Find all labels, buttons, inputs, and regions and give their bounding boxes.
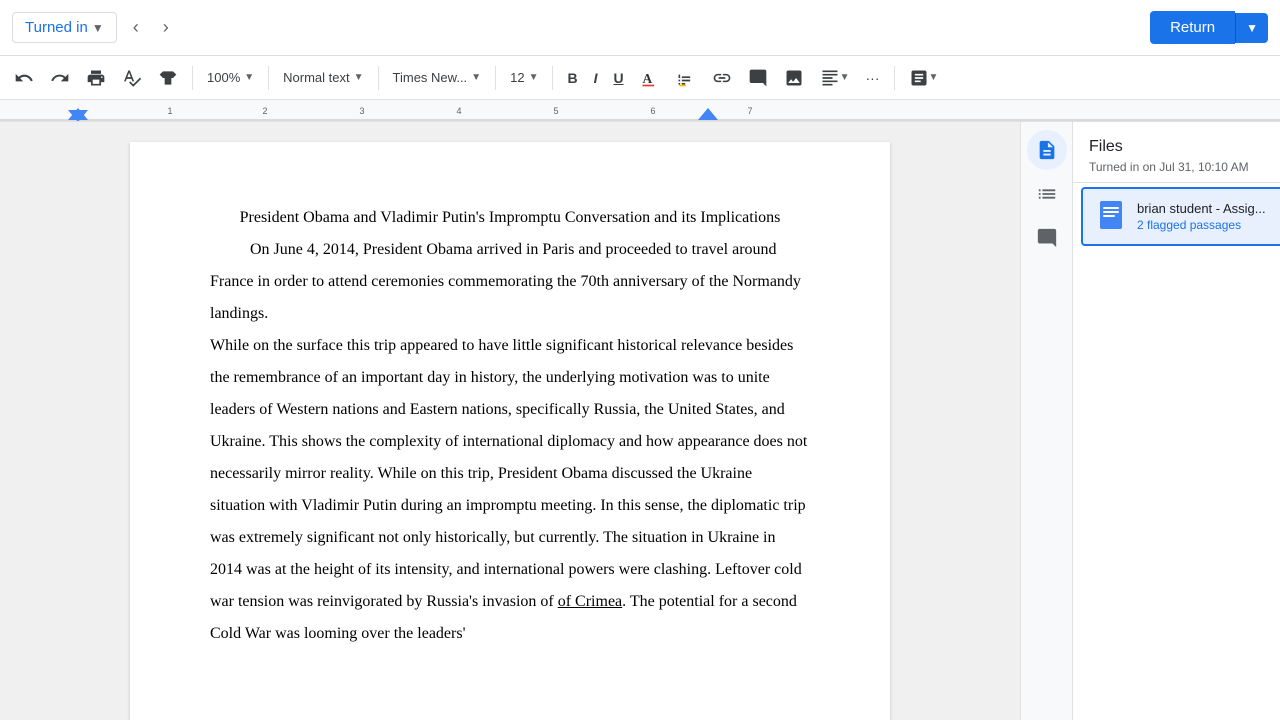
style-value: Normal text bbox=[283, 70, 349, 85]
turned-in-label: Turned in bbox=[25, 19, 88, 36]
smart-compose-button[interactable]: ▼ bbox=[903, 64, 945, 92]
link-icon bbox=[712, 68, 732, 88]
files-title: Files bbox=[1089, 138, 1276, 156]
link-button[interactable] bbox=[706, 64, 738, 92]
highlight-button[interactable] bbox=[670, 64, 702, 92]
undo-icon bbox=[14, 68, 34, 88]
top-bar: Turned in ▼ ‹ › Return ▼ bbox=[0, 0, 1280, 56]
separator-2 bbox=[268, 66, 269, 90]
svg-text:A: A bbox=[642, 71, 652, 86]
nav-forward-button[interactable]: › bbox=[155, 11, 177, 44]
document-paragraph-1: On June 4, 2014, President Obama arrived… bbox=[210, 234, 810, 330]
svg-text:6: 6 bbox=[650, 106, 655, 116]
document-area[interactable]: President Obama and Vladimir Putin's Imp… bbox=[0, 122, 1020, 720]
image-icon bbox=[784, 68, 804, 88]
separator-5 bbox=[552, 66, 553, 90]
font-size-value: 12 bbox=[510, 70, 524, 85]
right-panel: Files Turned in on Jul 31, 10:10 AM bria… bbox=[1020, 122, 1280, 720]
print-button[interactable] bbox=[80, 64, 112, 92]
file-item[interactable]: brian student - Assig... 2 flagged passa… bbox=[1081, 187, 1280, 246]
file-name: brian student - Assig... bbox=[1137, 201, 1266, 216]
nav-back-button[interactable]: ‹ bbox=[125, 11, 147, 44]
alignment-icon bbox=[820, 68, 840, 88]
bold-button[interactable]: B bbox=[561, 66, 583, 90]
file-flags: 2 flagged passages bbox=[1137, 218, 1266, 232]
svg-text:4: 4 bbox=[456, 106, 461, 116]
text-color-button[interactable]: A bbox=[634, 64, 666, 92]
more-button[interactable]: ··· bbox=[860, 66, 886, 90]
font-size-arrow: ▼ bbox=[529, 72, 539, 83]
redo-icon bbox=[50, 68, 70, 88]
underline-button[interactable]: U bbox=[607, 66, 629, 90]
document-title: President Obama and Vladimir Putin's Imp… bbox=[210, 202, 810, 234]
comment-button[interactable] bbox=[742, 64, 774, 92]
separator-6 bbox=[894, 66, 895, 90]
ruler: 1 2 3 4 5 6 7 bbox=[0, 100, 1280, 122]
separator-4 bbox=[495, 66, 496, 90]
paint-format-button[interactable] bbox=[152, 64, 184, 92]
top-bar-left: Turned in ▼ ‹ › bbox=[12, 11, 177, 44]
spellcheck-button[interactable] bbox=[116, 64, 148, 92]
paint-format-icon bbox=[158, 68, 178, 88]
zoom-dropdown-arrow: ▼ bbox=[244, 72, 254, 83]
files-icon bbox=[1036, 139, 1058, 161]
alignment-button[interactable]: ▼ bbox=[814, 64, 856, 92]
image-button[interactable] bbox=[778, 64, 810, 92]
comment-panel-icon-button[interactable] bbox=[1027, 218, 1067, 258]
separator-3 bbox=[378, 66, 379, 90]
comment-panel-icon bbox=[1036, 227, 1058, 249]
svg-text:3: 3 bbox=[359, 106, 364, 116]
svg-text:1: 1 bbox=[167, 106, 172, 116]
spellcheck-icon bbox=[122, 68, 142, 88]
toolbar: 100% ▼ Normal text ▼ Times New... ▼ 12 ▼… bbox=[0, 56, 1280, 100]
document-paragraph-3: While on the surface this trip appeared … bbox=[210, 330, 810, 650]
comment-icon bbox=[748, 68, 768, 88]
alignment-arrow: ▼ bbox=[840, 72, 850, 83]
panel-header: Files Turned in on Jul 31, 10:10 AM bbox=[1073, 122, 1280, 183]
font-value: Times New... bbox=[393, 70, 468, 85]
svg-text:7: 7 bbox=[747, 106, 752, 116]
chevron-down-icon: ▼ bbox=[92, 21, 104, 35]
top-bar-right: Return ▼ bbox=[1150, 11, 1268, 44]
undo-button[interactable] bbox=[8, 64, 40, 92]
return-button[interactable]: Return bbox=[1150, 11, 1235, 44]
zoom-selector[interactable]: 100% ▼ bbox=[201, 66, 260, 89]
separator-1 bbox=[192, 66, 193, 90]
smart-compose-arrow: ▼ bbox=[929, 72, 939, 83]
highlight-icon bbox=[676, 68, 696, 88]
font-dropdown-arrow: ▼ bbox=[471, 72, 481, 83]
italic-button[interactable]: I bbox=[588, 66, 604, 90]
print-icon bbox=[86, 68, 106, 88]
smart-compose-icon bbox=[909, 68, 929, 88]
style-selector[interactable]: Normal text ▼ bbox=[277, 66, 369, 89]
file-doc-icon bbox=[1099, 201, 1127, 229]
text-color-icon: A bbox=[640, 68, 660, 88]
document-page[interactable]: President Obama and Vladimir Putin's Imp… bbox=[130, 142, 890, 720]
svg-text:2: 2 bbox=[262, 106, 267, 116]
list-icon bbox=[1036, 183, 1058, 205]
turned-in-button[interactable]: Turned in ▼ bbox=[12, 12, 117, 43]
font-size-selector[interactable]: 12 ▼ bbox=[504, 66, 544, 89]
files-subtitle: Turned in on Jul 31, 10:10 AM bbox=[1089, 160, 1276, 174]
return-dropdown-button[interactable]: ▼ bbox=[1235, 13, 1268, 43]
file-info: brian student - Assig... 2 flagged passa… bbox=[1137, 201, 1266, 232]
main-content: President Obama and Vladimir Putin's Imp… bbox=[0, 122, 1280, 720]
svg-text:5: 5 bbox=[553, 106, 558, 116]
crimea-underline: of Crimea bbox=[558, 593, 622, 610]
panel-content: Files Turned in on Jul 31, 10:10 AM bria… bbox=[1073, 122, 1280, 720]
files-icon-button[interactable] bbox=[1027, 130, 1067, 170]
font-selector[interactable]: Times New... ▼ bbox=[387, 66, 488, 89]
redo-button[interactable] bbox=[44, 64, 76, 92]
zoom-value: 100% bbox=[207, 70, 240, 85]
list-icon-button[interactable] bbox=[1027, 174, 1067, 214]
panel-icon-bar bbox=[1021, 122, 1073, 720]
ruler-svg: 1 2 3 4 5 6 7 bbox=[0, 100, 1280, 121]
style-dropdown-arrow: ▼ bbox=[354, 72, 364, 83]
